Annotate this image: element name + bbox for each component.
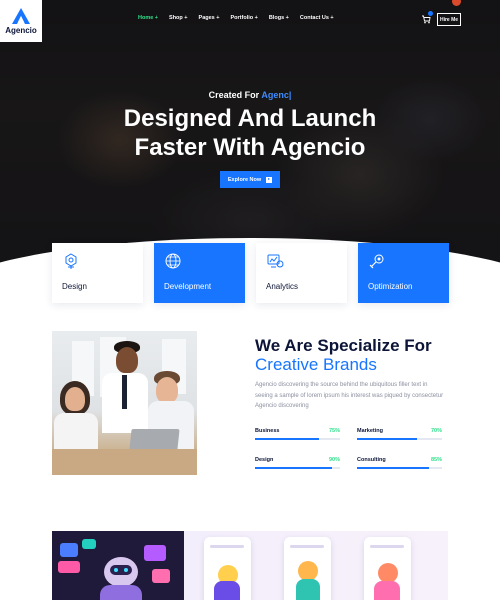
nav-item-contact[interactable]: Contact Us + bbox=[300, 15, 334, 21]
logo-icon bbox=[12, 8, 30, 24]
about-description: Agencio discovering the source behind th… bbox=[255, 382, 444, 409]
hero-subtitle-text: Created For bbox=[208, 90, 262, 100]
service-cards: Design Development Analytics Optimizatio… bbox=[52, 243, 449, 303]
skill-marketing: Marketing 70% bbox=[357, 428, 442, 440]
nav-item-pages[interactable]: Pages + bbox=[199, 15, 220, 21]
hero-subtitle-accent: Agenc| bbox=[261, 90, 292, 100]
service-card-optimization[interactable]: Optimization bbox=[358, 243, 449, 303]
hire-me-button[interactable]: Hire Me bbox=[437, 13, 461, 26]
skill-track bbox=[357, 438, 442, 440]
hero-subtitle: Created For Agenc| bbox=[0, 90, 500, 100]
explore-now-button[interactable]: Explore Now bbox=[220, 171, 280, 188]
brand-name: Agencio bbox=[5, 26, 37, 35]
hero-title-line1: Designed And Launch bbox=[123, 105, 377, 132]
skill-business: Business 75% bbox=[255, 428, 340, 440]
about-title-accent: Creative Brands bbox=[255, 355, 377, 374]
skill-consulting: Consulting 85% bbox=[357, 457, 442, 469]
skill-percent: 70% bbox=[430, 428, 442, 434]
phone-mockup bbox=[364, 537, 411, 600]
skill-bar-fill bbox=[255, 438, 319, 440]
service-card-design[interactable]: Design bbox=[52, 243, 143, 303]
arrow-right-icon bbox=[266, 176, 273, 183]
nav-item-home[interactable]: Home + bbox=[138, 15, 158, 21]
phone-mockup bbox=[204, 537, 251, 600]
skill-bar-fill bbox=[357, 467, 430, 469]
main-nav: Home + Shop + Pages + Portfolio + Blogs … bbox=[138, 15, 334, 21]
hero-title: Designed And Launch Faster With Agencio bbox=[0, 104, 500, 162]
chatbot-illustration bbox=[52, 531, 184, 600]
showcase-banner bbox=[52, 531, 448, 600]
brand-logo[interactable]: Agencio bbox=[0, 0, 42, 42]
phone-line bbox=[290, 545, 324, 548]
robot-body bbox=[100, 585, 142, 600]
skill-track bbox=[255, 467, 340, 469]
service-label: Analytics bbox=[266, 282, 299, 291]
service-label: Design bbox=[62, 282, 87, 291]
service-label: Development bbox=[164, 282, 212, 291]
skill-percent: 85% bbox=[430, 457, 442, 463]
design-icon bbox=[65, 253, 77, 269]
about-title: We Are Specialize For bbox=[255, 336, 432, 355]
analytics-icon bbox=[267, 254, 284, 268]
nav-item-shop[interactable]: Shop + bbox=[169, 15, 188, 21]
table bbox=[52, 449, 197, 475]
chat-bubble bbox=[152, 569, 170, 583]
chat-bubble bbox=[60, 543, 78, 557]
robot-eye bbox=[114, 568, 118, 572]
phone-figure bbox=[298, 561, 318, 581]
robot-eye bbox=[124, 568, 128, 572]
phone-figure bbox=[296, 579, 320, 600]
skill-percent: 75% bbox=[328, 428, 340, 434]
explore-now-label: Explore Now bbox=[227, 176, 262, 183]
skill-name: Design bbox=[255, 457, 274, 463]
app-screens-illustration bbox=[184, 531, 448, 600]
service-label: Optimization bbox=[368, 282, 413, 291]
chat-bubble bbox=[144, 545, 166, 561]
team-photo bbox=[52, 331, 197, 475]
skill-track bbox=[357, 467, 442, 469]
skill-bar-fill bbox=[357, 438, 417, 440]
phone-line bbox=[370, 545, 404, 548]
service-card-development[interactable]: Development bbox=[154, 243, 245, 303]
nav-item-portfolio[interactable]: Portfolio + bbox=[230, 15, 257, 21]
phone-line bbox=[210, 545, 244, 548]
hero-title-line2: Faster With Agencio bbox=[134, 134, 366, 161]
person-face bbox=[156, 377, 178, 403]
cart-badge bbox=[428, 11, 433, 16]
skill-name: Business bbox=[255, 428, 280, 434]
skill-percent: 90% bbox=[328, 457, 340, 463]
skill-design: Design 90% bbox=[255, 457, 340, 469]
globe-icon bbox=[165, 253, 181, 269]
phone-figure bbox=[378, 563, 398, 583]
person-face bbox=[65, 387, 85, 411]
optimization-icon bbox=[369, 254, 384, 269]
person-tie bbox=[122, 375, 127, 409]
service-card-analytics[interactable]: Analytics bbox=[256, 243, 347, 303]
chat-bubble bbox=[82, 539, 96, 549]
phone-figure bbox=[214, 581, 240, 600]
phone-mockup bbox=[284, 537, 331, 600]
person-face bbox=[116, 347, 138, 373]
skill-name: Consulting bbox=[357, 457, 386, 463]
skill-bar-fill bbox=[255, 467, 332, 469]
nav-item-blogs[interactable]: Blogs + bbox=[269, 15, 289, 21]
chat-bubble bbox=[58, 561, 80, 573]
skill-track bbox=[255, 438, 340, 440]
skill-name: Marketing bbox=[357, 428, 383, 434]
phone-figure bbox=[374, 581, 400, 600]
